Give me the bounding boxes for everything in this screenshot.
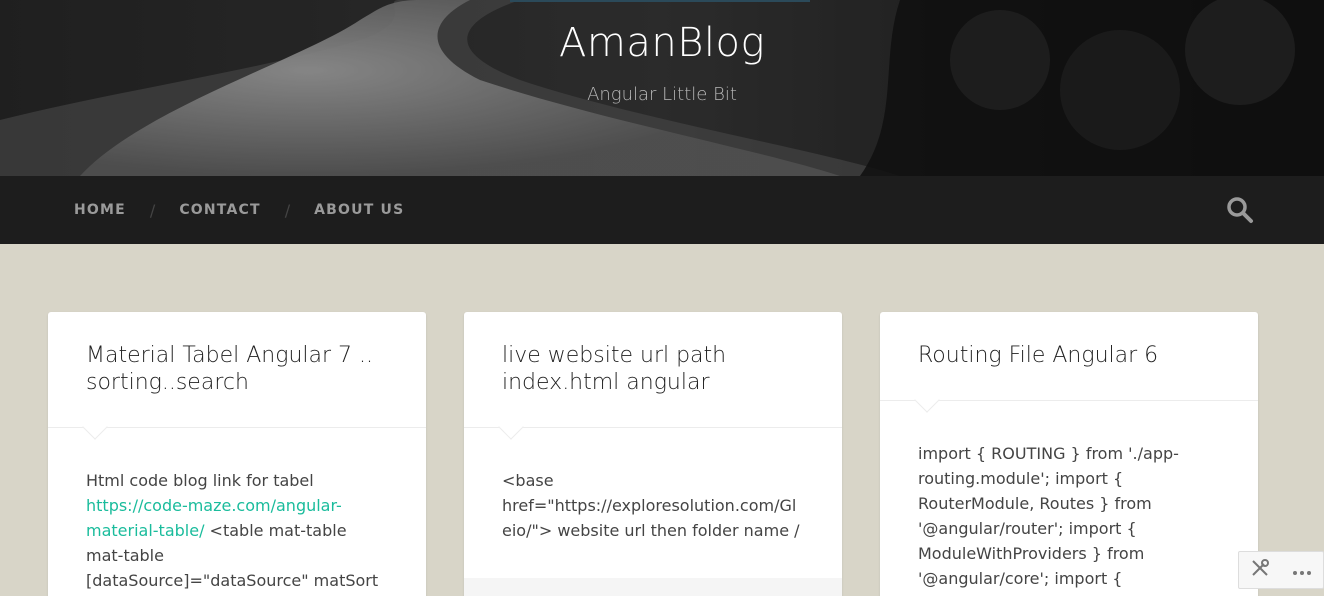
site-description: Angular Little Bit — [587, 84, 737, 105]
nav-item-home[interactable]: HOME — [74, 202, 126, 218]
post-card: live website url path index.html angular… — [464, 312, 842, 596]
main-navigation: HOME / CONTACT / ABOUT US — [0, 176, 1324, 244]
site-header: AmanBlog Angular Little Bit — [0, 0, 1324, 176]
tools-icon[interactable] — [1250, 558, 1270, 582]
post-card: Material Tabel Angular 7 .. sorting..sea… — [48, 312, 426, 596]
post-card: Routing File Angular 6 import { ROUTING … — [880, 312, 1258, 596]
nav-separator: / — [284, 200, 291, 220]
card-footer — [464, 578, 842, 596]
nav-separator: / — [149, 200, 156, 220]
post-excerpt: import { ROUTING } from './app-routing.m… — [918, 444, 1179, 588]
nav-item-contact[interactable]: CONTACT — [179, 202, 260, 218]
header-top-line — [510, 0, 810, 2]
post-title[interactable]: live website url path index.html angular — [502, 342, 804, 396]
nav-item-about-us[interactable]: ABOUT US — [314, 202, 404, 218]
floating-action-widget — [1238, 551, 1324, 589]
post-title[interactable]: Routing File Angular 6 — [918, 342, 1220, 369]
more-icon[interactable] — [1292, 561, 1312, 580]
search-icon[interactable] — [1226, 196, 1254, 224]
post-title[interactable]: Material Tabel Angular 7 .. sorting..sea… — [86, 342, 388, 396]
site-title[interactable]: AmanBlog — [0, 20, 1324, 66]
post-excerpt: Html code blog link for tabel https://co… — [86, 471, 379, 590]
post-excerpt: <base href="https://exploresolution.com/… — [502, 471, 800, 540]
